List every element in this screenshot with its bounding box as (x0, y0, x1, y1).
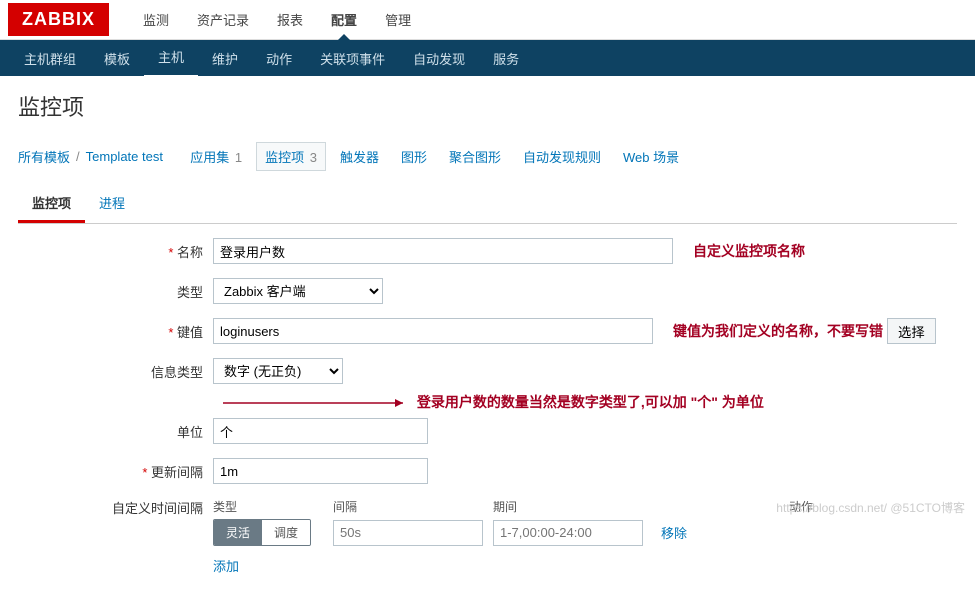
page-title: 监控项 (0, 76, 975, 136)
label-custom-interval: 自定义时间间隔 (18, 498, 213, 517)
select-infotype[interactable]: 数字 (无正负) (213, 358, 343, 384)
breadcrumb: 所有模板 / Template test 应用集 1 监控项 3 触发器 图形 … (0, 136, 975, 177)
sub-nav-templates[interactable]: 模板 (90, 40, 144, 77)
item-form: 名称 自定义监控项名称 类型 Zabbix 客户端 键值 键值为我们定义的名称，… (0, 224, 975, 603)
bc-discovery-rules[interactable]: 自动发现规则 (515, 143, 609, 170)
bc-template-name[interactable]: Template test (86, 149, 163, 164)
input-name[interactable] (213, 238, 673, 264)
annotation-key: 键值为我们定义的名称，不要写错 (673, 321, 883, 341)
input-unit[interactable] (213, 418, 428, 444)
watermark: https://blog.csdn.net/ @51CTO博客 (776, 499, 965, 516)
link-add-interval[interactable]: 添加 (213, 556, 813, 575)
bc-triggers[interactable]: 触发器 (332, 143, 387, 170)
main-nav: 监测 资产记录 报表 配置 管理 (129, 0, 425, 39)
arrow-icon (213, 394, 413, 412)
button-select-key[interactable]: 选择 (887, 318, 936, 344)
bc-screens[interactable]: 聚合图形 (441, 143, 509, 170)
main-nav-administration[interactable]: 管理 (371, 0, 425, 39)
logo: ZABBIX (8, 3, 109, 36)
input-update-interval[interactable] (213, 458, 428, 484)
col-header-interval: 间隔 (333, 498, 483, 515)
col-header-type: 类型 (213, 498, 333, 515)
bc-applications[interactable]: 应用集 1 (182, 143, 250, 170)
sub-nav-hosts[interactable]: 主机 (144, 38, 198, 78)
label-key: 键值 (18, 322, 213, 341)
sub-nav-hostgroups[interactable]: 主机群组 (10, 40, 90, 77)
label-type: 类型 (18, 282, 213, 301)
main-nav-inventory[interactable]: 资产记录 (183, 0, 263, 39)
sub-nav: 主机群组 模板 主机 维护 动作 关联项事件 自动发现 服务 (0, 40, 975, 76)
select-type[interactable]: Zabbix 客户端 (213, 278, 383, 304)
seg-schedule[interactable]: 调度 (262, 520, 310, 545)
inner-tab-item[interactable]: 监控项 (18, 185, 85, 223)
bc-items[interactable]: 监控项 3 (256, 142, 326, 171)
bc-separator: / (76, 149, 80, 164)
annotation-name: 自定义监控项名称 (693, 241, 805, 261)
sub-nav-discovery[interactable]: 自动发现 (399, 40, 479, 77)
label-infotype: 信息类型 (18, 362, 213, 381)
label-unit: 单位 (18, 422, 213, 441)
bc-all-templates[interactable]: 所有模板 (18, 147, 70, 166)
sub-nav-correlation[interactable]: 关联项事件 (306, 40, 399, 77)
label-update-interval: 更新间隔 (18, 462, 213, 481)
sub-nav-services[interactable]: 服务 (479, 40, 533, 77)
bc-web-scenarios[interactable]: Web 场景 (615, 143, 687, 170)
bc-graphs[interactable]: 图形 (393, 143, 435, 170)
seg-flexible[interactable]: 灵活 (214, 520, 262, 545)
main-nav-configuration[interactable]: 配置 (317, 0, 371, 39)
top-bar: ZABBIX 监测 资产记录 报表 配置 管理 (0, 0, 975, 40)
label-name: 名称 (18, 242, 213, 261)
main-nav-monitoring[interactable]: 监测 (129, 0, 183, 39)
link-remove-interval[interactable]: 移除 (661, 523, 687, 542)
annotation-unit: 登录用户数的数量当然是数字类型了,可以加 "个" 为单位 (213, 392, 957, 412)
inner-tabs: 监控项 进程 (18, 185, 957, 224)
input-key[interactable] (213, 318, 653, 344)
inner-tab-process[interactable]: 进程 (85, 185, 139, 223)
col-header-period: 期间 (493, 498, 753, 515)
main-nav-reports[interactable]: 报表 (263, 0, 317, 39)
sub-nav-actions[interactable]: 动作 (252, 40, 306, 77)
interval-type-segment: 灵活 调度 (213, 519, 311, 546)
sub-nav-maintenance[interactable]: 维护 (198, 40, 252, 77)
